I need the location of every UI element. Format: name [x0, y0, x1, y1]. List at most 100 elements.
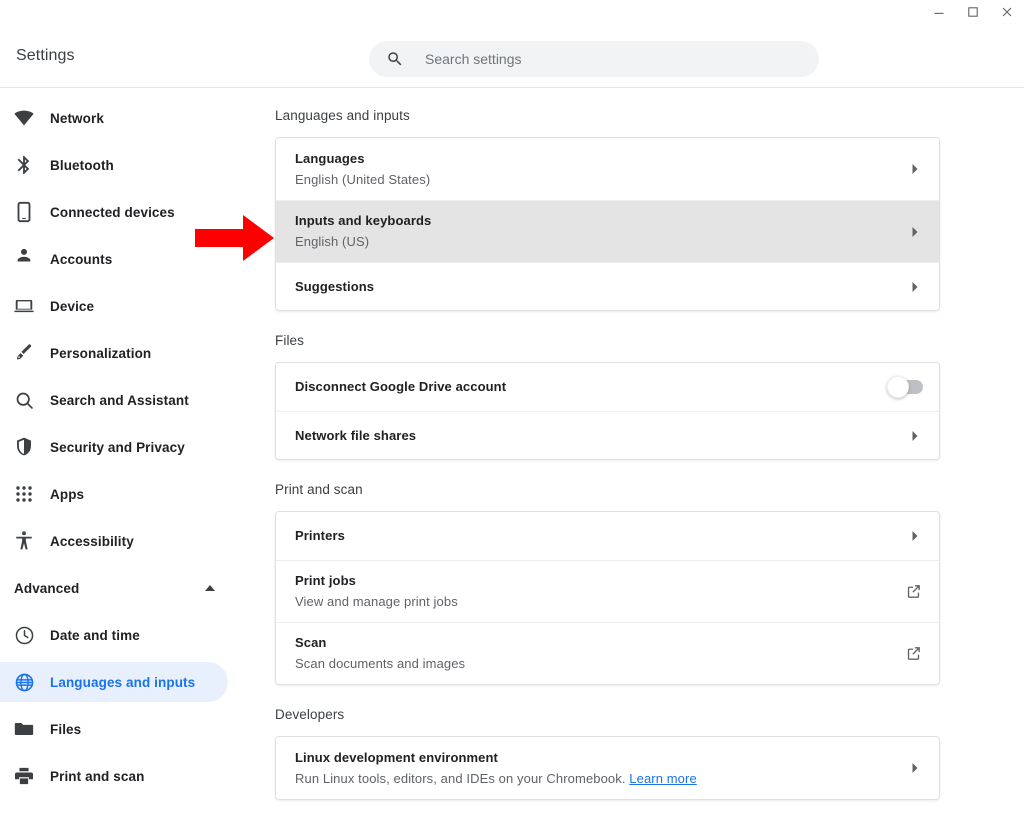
search-bar[interactable] [369, 41, 819, 77]
section-heading-languages: Languages and inputs [275, 108, 410, 123]
row-subtitle: View and manage print jobs [295, 594, 458, 609]
sidebar-item-personalization[interactable]: Personalization [0, 333, 228, 373]
sidebar-item-label: Personalization [50, 345, 152, 361]
sidebar-item-apps[interactable]: Apps [0, 474, 228, 514]
sidebar-item-print-and-scan[interactable]: Print and scan [0, 756, 228, 796]
chevron-right-icon [907, 279, 923, 295]
sidebar-item-label: Print and scan [50, 768, 145, 784]
sidebar-item-bluetooth[interactable]: Bluetooth [0, 145, 228, 185]
printer-icon [12, 764, 36, 788]
settings-window: Settings Network Bluetooth [0, 0, 1024, 814]
row-subtitle: English (US) [295, 234, 370, 249]
minimize-button[interactable] [922, 0, 956, 24]
search-icon [12, 388, 36, 412]
row-subtitle: Run Linux tools, editors, and IDEs on yo… [295, 769, 895, 788]
sidebar-item-label: Connected devices [50, 204, 175, 220]
sidebar-item-search-and-assistant[interactable]: Search and Assistant [0, 380, 228, 420]
search-icon [385, 49, 405, 69]
row-title: Disconnect Google Drive account [295, 379, 507, 394]
row-network-file-shares[interactable]: Network file shares [276, 411, 939, 459]
row-subtitle: Scan documents and images [295, 656, 466, 671]
section-heading-developers: Developers [275, 707, 345, 722]
row-title: Inputs and keyboards [295, 213, 432, 228]
disconnect-drive-toggle[interactable] [887, 376, 923, 398]
shield-icon [12, 435, 36, 459]
sidebar-item-label: Network [50, 110, 104, 126]
row-title: Suggestions [295, 278, 375, 294]
row-title: Scan [295, 635, 327, 650]
sidebar-item-label: Bluetooth [50, 157, 114, 173]
card-developers: Linux development environment Run Linux … [275, 736, 940, 800]
card-print-and-scan: Printers Print jobs View and manage prin… [275, 511, 940, 685]
sidebar-item-label: Security and Privacy [50, 439, 185, 455]
window-titlebar [0, 0, 1024, 24]
external-link-icon[interactable] [903, 644, 923, 664]
row-subtitle: English (United States) [295, 171, 431, 187]
row-inputs-and-keyboards[interactable]: Inputs and keyboards English (US) [276, 200, 939, 262]
sidebar-item-network[interactable]: Network [0, 98, 228, 138]
sidebar-item-label: Search and Assistant [50, 392, 189, 408]
person-icon [12, 247, 36, 271]
learn-more-link[interactable]: Learn more [629, 771, 696, 786]
sidebar-nav: Network Bluetooth Connected devices Acco… [0, 88, 258, 814]
maximize-button[interactable] [956, 0, 990, 24]
sidebar-item-developers[interactable]: Developers [0, 803, 228, 814]
bluetooth-icon [12, 153, 36, 177]
toggle-knob [887, 376, 909, 398]
row-title: Languages [295, 150, 365, 166]
sidebar-item-label: Date and time [50, 627, 140, 643]
card-files: Disconnect Google Drive account Network … [275, 362, 940, 460]
row-languages[interactable]: Languages English (United States) [276, 138, 939, 200]
row-disconnect-google-drive[interactable]: Disconnect Google Drive account [276, 363, 939, 411]
chevron-up-icon [204, 584, 216, 592]
row-subtitle-text: Run Linux tools, editors, and IDEs on yo… [295, 770, 626, 786]
row-printers[interactable]: Printers [276, 512, 939, 560]
sidebar-item-accounts[interactable]: Accounts [0, 239, 228, 279]
sidebar-item-label: Files [50, 721, 82, 737]
row-title: Print jobs [295, 573, 356, 588]
row-title: Printers [295, 528, 345, 543]
section-heading-files: Files [275, 333, 305, 348]
accessibility-icon [12, 529, 36, 553]
smartphone-icon [12, 200, 36, 224]
card-languages-and-inputs: Languages English (United States) Inputs… [275, 137, 940, 311]
row-title: Linux development environment [295, 749, 498, 765]
sidebar-item-label: Accounts [50, 251, 113, 267]
chevron-right-icon [907, 224, 923, 240]
sidebar-advanced-label: Advanced [14, 580, 80, 596]
wifi-icon [12, 106, 36, 130]
laptop-icon [12, 294, 36, 318]
globe-icon [12, 670, 36, 694]
sidebar-item-languages-and-inputs[interactable]: Languages and inputs [0, 662, 228, 702]
sidebar-item-date-and-time[interactable]: Date and time [0, 615, 228, 655]
sidebar-item-label: Accessibility [50, 533, 134, 549]
sidebar-item-security-and-privacy[interactable]: Security and Privacy [0, 427, 228, 467]
sidebar-item-accessibility[interactable]: Accessibility [0, 521, 228, 561]
row-title: Network file shares [295, 427, 417, 443]
apps-grid-icon [12, 482, 36, 506]
sidebar-item-label: Device [50, 298, 95, 314]
row-linux-development-environment[interactable]: Linux development environment Run Linux … [276, 737, 939, 799]
sidebar-item-connected-devices[interactable]: Connected devices [0, 192, 228, 232]
page-title: Settings [16, 46, 75, 64]
section-heading-print-and-scan: Print and scan [275, 482, 363, 497]
folder-icon [12, 717, 36, 741]
brush-icon [12, 341, 36, 365]
settings-content: Languages and inputs Languages English (… [258, 88, 1024, 814]
sidebar-advanced-toggle[interactable]: Advanced [0, 568, 228, 608]
sidebar-item-label: Apps [50, 486, 85, 502]
chevron-right-icon [907, 760, 923, 776]
chevron-right-icon [907, 528, 923, 544]
row-suggestions[interactable]: Suggestions [276, 262, 939, 310]
clock-icon [12, 623, 36, 647]
sidebar-item-device[interactable]: Device [0, 286, 228, 326]
close-button[interactable] [990, 0, 1024, 24]
external-link-icon[interactable] [903, 582, 923, 602]
chevron-right-icon [907, 428, 923, 444]
sidebar-item-files[interactable]: Files [0, 709, 228, 749]
row-print-jobs[interactable]: Print jobs View and manage print jobs [276, 560, 939, 622]
search-input[interactable] [425, 51, 803, 67]
chevron-right-icon [907, 161, 923, 177]
sidebar-item-label: Languages and inputs [50, 674, 196, 690]
row-scan[interactable]: Scan Scan documents and images [276, 622, 939, 684]
